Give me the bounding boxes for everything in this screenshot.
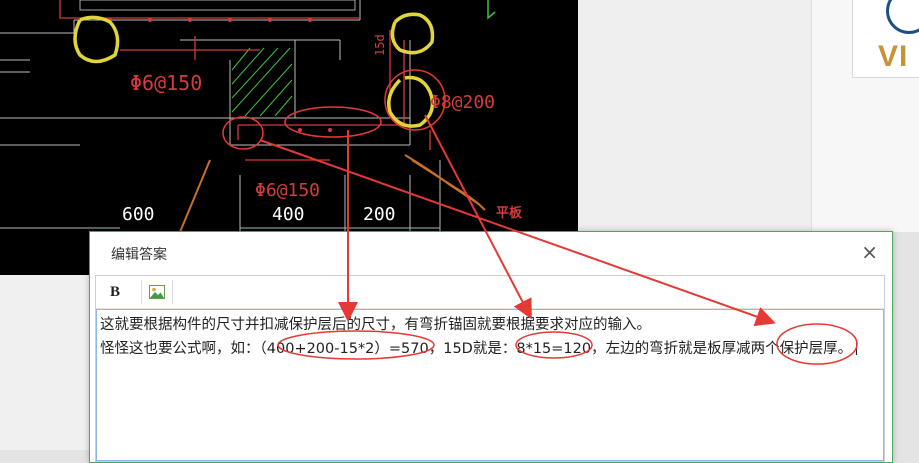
insert-image-button[interactable] <box>141 280 173 304</box>
dim-200: 200 <box>363 204 396 225</box>
background-lower-left <box>0 275 90 450</box>
image-icon <box>149 285 165 299</box>
dim-400: 400 <box>272 204 305 225</box>
dialog-titlebar: 编辑答案 × <box>90 232 892 272</box>
editor-toolbar: B <box>96 276 884 309</box>
answer-line-1: 这就要根据构件的尺寸并扣减保护层后的尺寸，有弯折锚固就要根据要求对应的输入。 <box>100 317 651 333</box>
rebar-label-15d: 15d <box>373 34 387 56</box>
dim-600: 600 <box>122 204 155 225</box>
rebar-label-phi8-200: Φ8@200 <box>430 92 495 113</box>
rebar-label-phi6-150-bottom: Φ6@150 <box>255 180 320 201</box>
rebar-label-phi6-150-top: Φ6@150 <box>130 71 202 95</box>
rich-text-editor: B 这就要根据构件的尺寸并扣减保护层后的尺寸，有弯折锚固就要根据要求对应的输入。… <box>95 275 885 462</box>
logo-text: VI <box>878 40 909 73</box>
close-icon[interactable]: × <box>861 240 878 264</box>
dialog-title: 编辑答案 <box>111 247 167 263</box>
bold-button[interactable]: B <box>102 280 128 304</box>
slab-label: 平板 <box>496 205 523 221</box>
text-caret <box>856 340 858 355</box>
edit-answer-dialog: 编辑答案 × B 这就要根据构件的尺寸并扣减保护层后的尺寸，有弯折锚固就要根据要… <box>89 231 893 463</box>
answer-line-2: 怪怪这也要公式啊，如：（400+200-15*2）=570，15D就是：8*15… <box>100 341 853 357</box>
answer-textarea[interactable]: 这就要根据构件的尺寸并扣减保护层后的尺寸，有弯折锚固就要根据要求对应的输入。 怪… <box>96 309 884 461</box>
